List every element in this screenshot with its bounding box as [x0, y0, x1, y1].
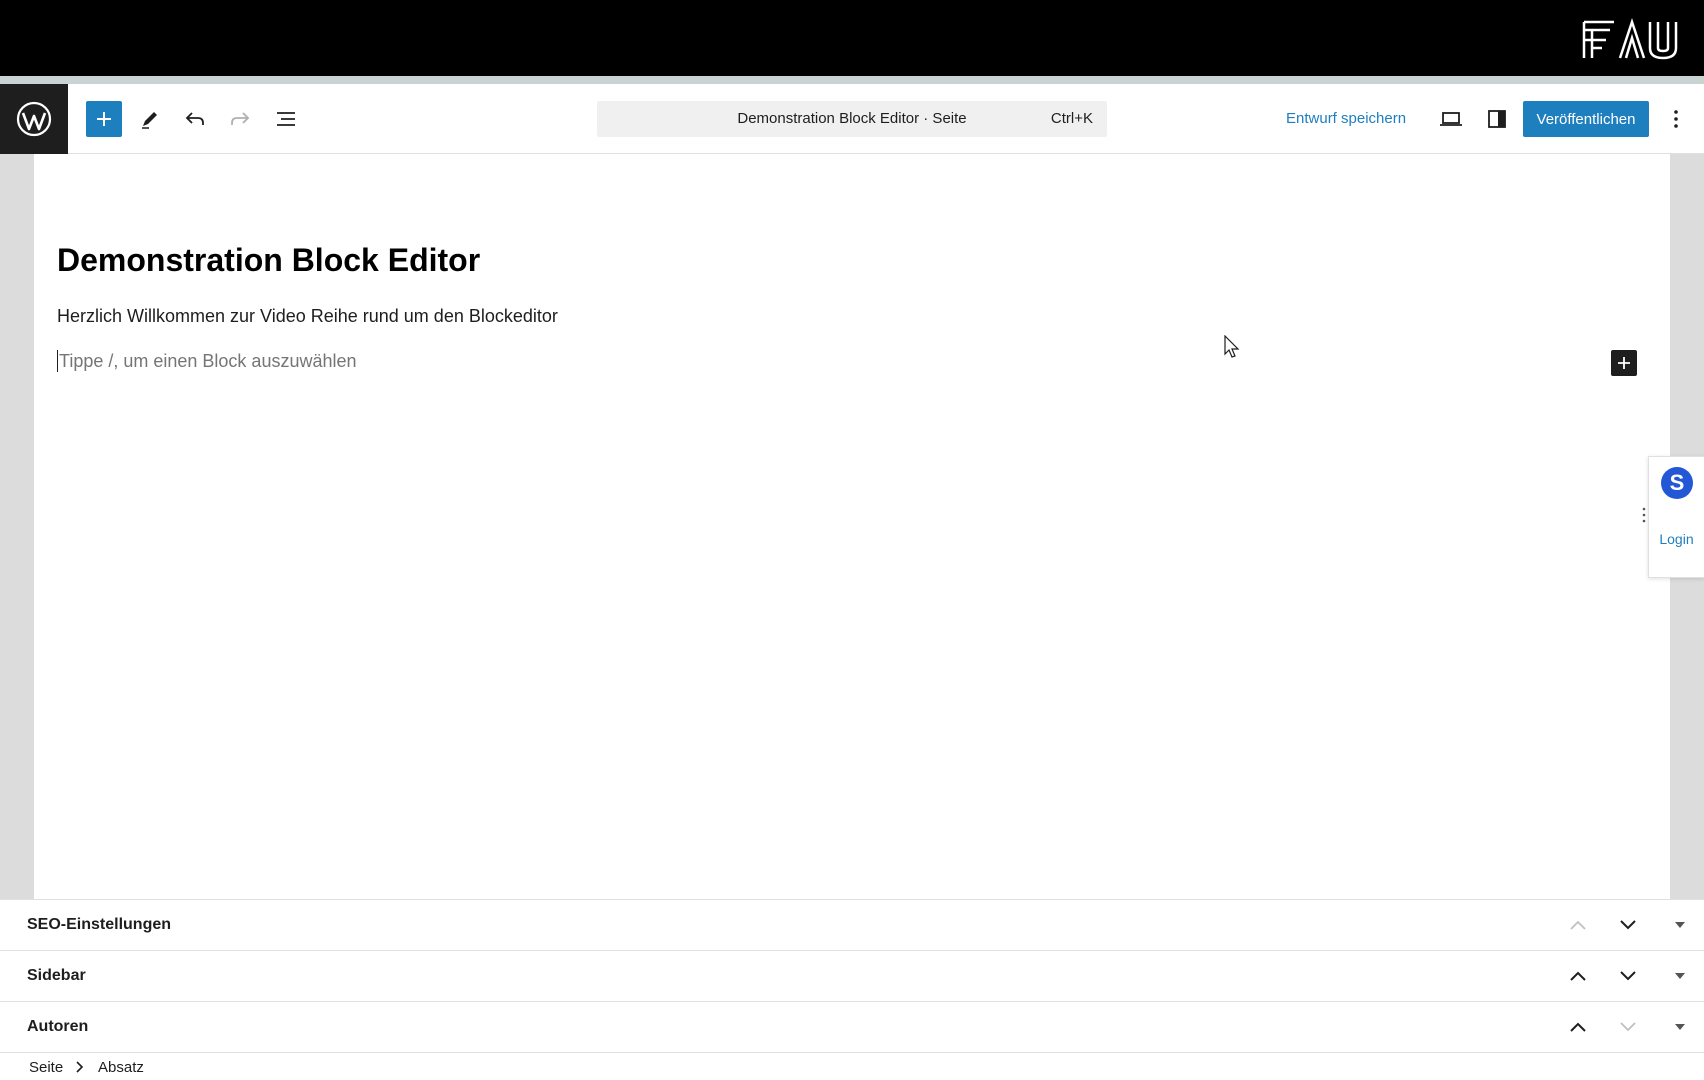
block-placeholder[interactable]: Tippe /, um einen Block auszuwählen — [57, 350, 357, 372]
inline-block-inserter-button[interactable] — [1611, 350, 1637, 376]
redo-icon — [231, 112, 250, 125]
move-down-button[interactable] — [1612, 1011, 1644, 1043]
breadcrumb-item-paragraph[interactable]: Absatz — [98, 1059, 144, 1076]
chevron-right-icon — [76, 1061, 84, 1073]
toggle-panel-button[interactable] — [1664, 1011, 1696, 1043]
breadcrumb-item-page[interactable]: Seite — [29, 1059, 63, 1076]
list-view-icon — [277, 112, 295, 126]
command-palette-bar[interactable]: Demonstration Block Editor · Seite Ctrl+… — [597, 101, 1107, 137]
wordpress-icon — [16, 101, 52, 137]
undo-icon — [185, 112, 204, 125]
desktop-icon — [1440, 112, 1462, 126]
options-menu-button[interactable] — [1658, 101, 1694, 137]
save-draft-button[interactable]: Entwurf speichern — [1286, 110, 1406, 127]
command-shortcut: Ctrl+K — [1050, 110, 1093, 127]
brand-strip — [0, 76, 1704, 84]
caret-down-icon — [1675, 922, 1685, 928]
empty-block-row: Tippe /, um einen Block auszuwählen — [57, 350, 1637, 380]
fau-logo — [1582, 18, 1678, 60]
tools-button[interactable] — [132, 101, 168, 137]
undo-button[interactable] — [177, 101, 213, 137]
editor-toolbar: Demonstration Block Editor · Seite Ctrl+… — [0, 84, 1704, 154]
preview-button[interactable] — [1433, 101, 1469, 137]
move-down-button[interactable] — [1612, 960, 1644, 992]
editor-canvas: Demonstration Block Editor Herzlich Will… — [34, 154, 1670, 899]
chevron-down-icon — [1620, 1022, 1636, 1032]
more-vertical-icon — [1674, 110, 1678, 128]
document-overview-button[interactable] — [268, 101, 304, 137]
pencil-icon — [142, 112, 157, 129]
move-up-button[interactable] — [1562, 1011, 1594, 1043]
wordpress-logo-button[interactable] — [0, 84, 68, 154]
metabox-sidebar: Sidebar — [0, 950, 1704, 1001]
chevron-down-icon — [1620, 920, 1636, 930]
move-up-button[interactable] — [1562, 909, 1594, 941]
move-up-button[interactable] — [1562, 960, 1594, 992]
brand-bar — [0, 0, 1704, 76]
chevron-down-icon — [1620, 971, 1636, 981]
mouse-pointer-icon — [1224, 335, 1240, 358]
document-title: Demonstration Block Editor · Seite — [737, 110, 967, 127]
move-down-button[interactable] — [1612, 909, 1644, 941]
login-link[interactable]: Login — [1649, 531, 1704, 547]
paragraph-block[interactable]: Herzlich Willkommen zur Video Reihe rund… — [57, 306, 558, 327]
publish-button[interactable]: Veröffentlichen — [1523, 101, 1649, 137]
toggle-panel-button[interactable] — [1664, 960, 1696, 992]
toggle-panel-button[interactable] — [1664, 909, 1696, 941]
s-logo-icon[interactable]: S — [1661, 467, 1693, 499]
settings-sidebar-button[interactable] — [1479, 101, 1515, 137]
caret-down-icon — [1675, 973, 1685, 979]
redo-button[interactable] — [222, 101, 258, 137]
chevron-up-icon — [1570, 920, 1586, 930]
chevron-up-icon — [1570, 971, 1586, 981]
sidebar-icon — [1488, 110, 1506, 128]
caret-down-icon — [1675, 1024, 1685, 1030]
metabox-title[interactable]: SEO-Einstellungen — [27, 916, 171, 934]
post-title[interactable]: Demonstration Block Editor — [57, 242, 480, 279]
metabox-title[interactable]: Sidebar — [27, 967, 86, 985]
block-inserter-button[interactable] — [86, 101, 122, 137]
block-breadcrumb: Seite Absatz — [0, 1052, 1704, 1080]
side-login-widget: S Login — [1648, 456, 1704, 578]
metabox-title[interactable]: Autoren — [27, 1018, 88, 1036]
metabox-seo: SEO-Einstellungen — [0, 899, 1704, 950]
metabox-authors: Autoren — [0, 1001, 1704, 1052]
chevron-up-icon — [1570, 1022, 1586, 1032]
plus-icon — [97, 112, 111, 126]
drag-handle-icon[interactable] — [1641, 504, 1647, 526]
plus-icon — [1618, 357, 1630, 369]
